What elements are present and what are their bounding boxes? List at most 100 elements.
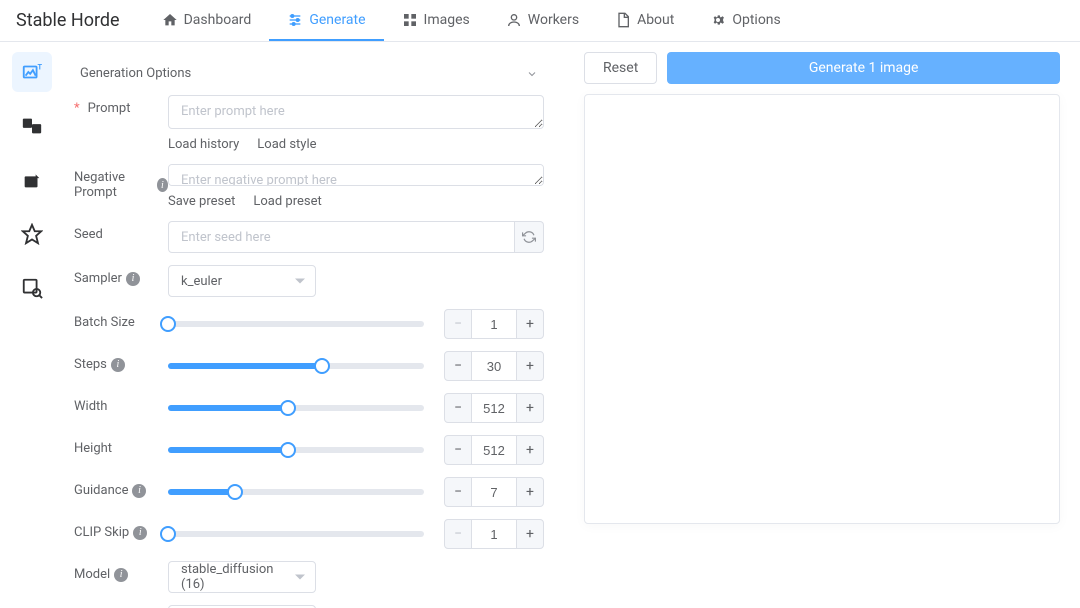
batch-size-slider[interactable] [168, 321, 424, 327]
batch-size-value[interactable] [472, 309, 516, 339]
batch-size-stepper[interactable]: −+ [444, 309, 544, 339]
label-guidance: Guidancei [74, 477, 168, 498]
height-slider[interactable] [168, 447, 424, 453]
refresh-icon [522, 230, 536, 244]
side-rate[interactable] [12, 214, 52, 254]
nav-label: Images [424, 12, 470, 28]
guidance-stepper[interactable]: −+ [444, 477, 544, 507]
grid-icon [402, 12, 418, 28]
step-increment[interactable]: + [516, 435, 544, 465]
steps-stepper[interactable]: −+ [444, 351, 544, 381]
step-decrement[interactable]: − [444, 477, 472, 507]
row-width: Width −+ [74, 393, 544, 423]
step-decrement[interactable]: − [444, 435, 472, 465]
label-model: Modeli [74, 561, 168, 582]
randomize-seed-button[interactable] [515, 221, 544, 253]
layout: T Generation Options *Prompt Load histor… [0, 42, 1080, 608]
steps-value[interactable] [472, 351, 516, 381]
label-steps: Stepsi [74, 351, 168, 372]
nav-generate[interactable]: Generate [269, 0, 383, 41]
info-icon[interactable]: i [111, 358, 125, 372]
info-icon[interactable]: i [126, 272, 140, 286]
side-img2img[interactable] [12, 106, 52, 146]
generate-button[interactable]: Generate 1 image [667, 52, 1060, 84]
info-icon[interactable]: i [157, 178, 168, 192]
row-negative-prompt: Negative Prompti Save preset Load preset [74, 164, 544, 209]
output-panel: Reset Generate 1 image [584, 52, 1060, 588]
clip-skip-slider[interactable] [168, 531, 424, 537]
step-decrement[interactable]: − [444, 393, 472, 423]
row-batch-size: Batch Size −+ [74, 309, 544, 339]
step-increment[interactable]: + [516, 477, 544, 507]
top-bar: Stable Horde Dashboard Generate Images W… [0, 0, 1080, 42]
step-increment[interactable]: + [516, 393, 544, 423]
user-icon [506, 12, 522, 28]
label-seed: Seed [74, 221, 168, 242]
row-model: Modeli stable_diffusion (16) [74, 561, 544, 593]
star-icon [21, 223, 43, 245]
nav-label: Workers [528, 12, 579, 28]
width-slider[interactable] [168, 405, 424, 411]
nav-images[interactable]: Images [384, 0, 488, 41]
height-value[interactable] [472, 435, 516, 465]
row-sampler: Sampleri k_euler [74, 265, 544, 297]
main-content: Generation Options *Prompt Load history … [64, 42, 1080, 608]
prompt-input[interactable] [168, 95, 544, 129]
home-icon [162, 12, 178, 28]
load-preset-link[interactable]: Load preset [253, 194, 321, 209]
info-icon[interactable]: i [132, 484, 146, 498]
nav-options[interactable]: Options [692, 0, 798, 41]
side-inpaint[interactable] [12, 160, 52, 200]
step-increment[interactable]: + [516, 309, 544, 339]
nav-label: About [637, 12, 674, 28]
width-stepper[interactable]: −+ [444, 393, 544, 423]
row-prompt: *Prompt Load history Load style [74, 95, 544, 152]
inpaint-icon [21, 169, 43, 191]
reset-button[interactable]: Reset [584, 52, 657, 84]
side-interrogate[interactable] [12, 268, 52, 308]
height-stepper[interactable]: −+ [444, 435, 544, 465]
options-panel: Generation Options *Prompt Load history … [74, 52, 544, 588]
options-collapse-header[interactable]: Generation Options [74, 52, 544, 95]
side-txt2img[interactable]: T [12, 52, 52, 92]
step-decrement[interactable]: − [444, 519, 472, 549]
step-increment[interactable]: + [516, 351, 544, 381]
side-nav: T [0, 42, 64, 608]
steps-slider[interactable] [168, 363, 424, 369]
label-negative-prompt: Negative Prompti [74, 164, 168, 200]
negative-prompt-input[interactable] [168, 164, 544, 186]
guidance-value[interactable] [472, 477, 516, 507]
nav-workers[interactable]: Workers [488, 0, 597, 41]
required-asterisk: * [74, 101, 80, 116]
width-value[interactable] [472, 393, 516, 423]
svg-text:T: T [38, 62, 43, 71]
clip-skip-stepper[interactable]: −+ [444, 519, 544, 549]
step-decrement[interactable]: − [444, 351, 472, 381]
sliders-icon [287, 12, 303, 28]
label-height: Height [74, 435, 168, 456]
action-buttons: Reset Generate 1 image [584, 52, 1060, 84]
nav-dashboard[interactable]: Dashboard [144, 0, 270, 41]
label-sampler: Sampleri [74, 265, 168, 286]
save-preset-link[interactable]: Save preset [168, 194, 235, 209]
sampler-select[interactable]: k_euler [168, 265, 316, 297]
clip-skip-value[interactable] [472, 519, 516, 549]
document-icon [615, 12, 631, 28]
nav-about[interactable]: About [597, 0, 692, 41]
image-to-image-icon [21, 115, 43, 137]
info-icon[interactable]: i [114, 568, 128, 582]
info-icon[interactable]: i [133, 526, 147, 540]
row-clip-skip: CLIP Skipi −+ [74, 519, 544, 549]
load-style-link[interactable]: Load style [257, 137, 316, 152]
seed-input[interactable] [168, 221, 515, 253]
label-prompt: *Prompt [74, 95, 168, 116]
row-height: Height −+ [74, 435, 544, 465]
guidance-slider[interactable] [168, 489, 424, 495]
step-decrement[interactable]: − [444, 309, 472, 339]
brand-title: Stable Horde [16, 10, 120, 31]
row-guidance: Guidancei −+ [74, 477, 544, 507]
load-history-link[interactable]: Load history [168, 137, 239, 152]
model-select[interactable]: stable_diffusion (16) [168, 561, 316, 593]
chevron-down-icon [526, 68, 538, 80]
step-increment[interactable]: + [516, 519, 544, 549]
